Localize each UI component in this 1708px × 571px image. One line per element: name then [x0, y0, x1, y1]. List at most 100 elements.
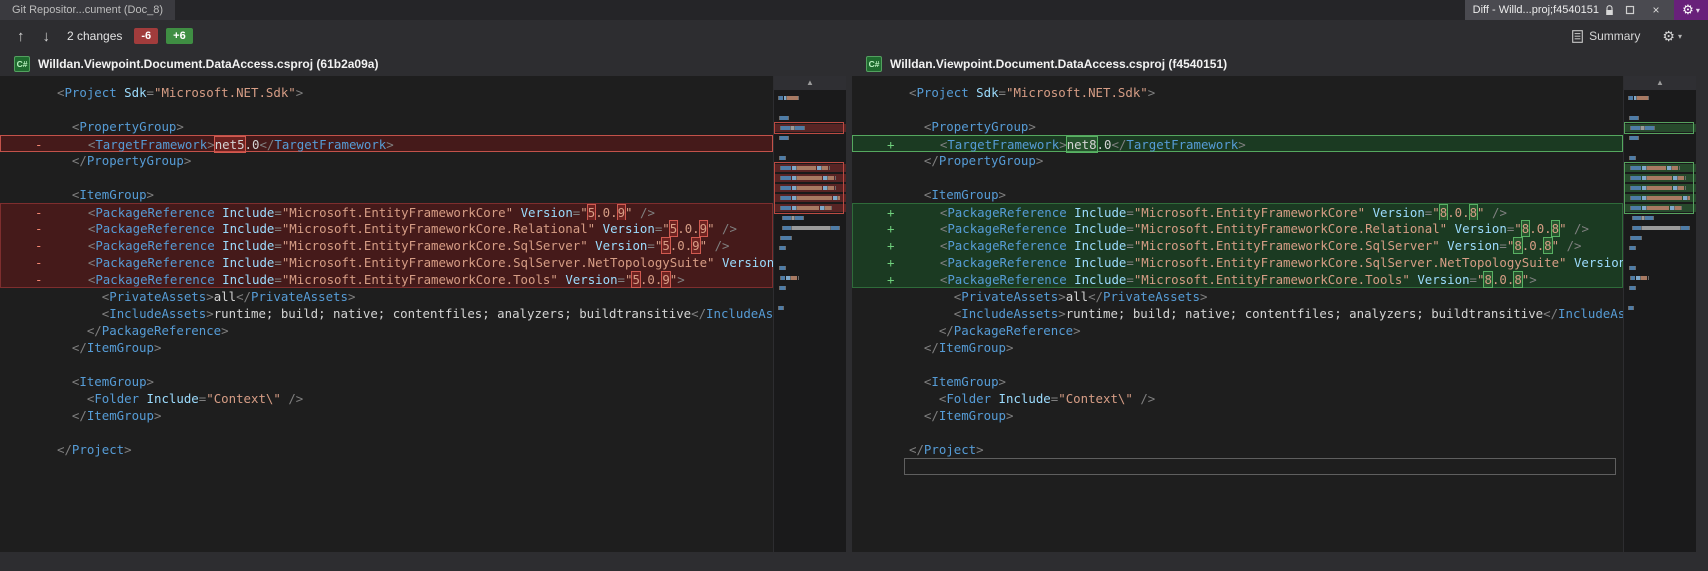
code-line[interactable]: - <PackageReference Include="Microsoft.E… [0, 220, 773, 237]
code-token: Version [721, 255, 773, 270]
minimap-token [1683, 186, 1684, 190]
code-line[interactable] [852, 169, 1623, 186]
code-line[interactable]: + <PackageReference Include="Microsoft.E… [852, 237, 1623, 254]
code-line[interactable]: + <PackageReference Include="Microsoft.E… [852, 203, 1623, 221]
code-line[interactable]: <PropertyGroup> [852, 118, 1623, 135]
code-line[interactable]: <Project Sdk="Microsoft.NET.Sdk"> [852, 84, 1623, 101]
minimap-token [1635, 246, 1636, 250]
minimap-line [774, 274, 846, 282]
minimap-token [1647, 206, 1669, 210]
code-line[interactable]: </ItemGroup> [0, 407, 773, 424]
minimap-line [1624, 304, 1696, 312]
minimap-line [774, 144, 846, 152]
code-line[interactable]: </PackageReference> [0, 322, 773, 339]
code-line[interactable]: </PackageReference> [852, 322, 1623, 339]
scroll-up-arrow-icon[interactable]: ▲ [1624, 76, 1696, 90]
code-line[interactable]: <ItemGroup> [0, 373, 773, 390]
code-line[interactable] [852, 424, 1623, 441]
minimap-token [781, 126, 790, 130]
code-line[interactable]: <Folder Include="Context\" /> [0, 390, 773, 407]
minimap-token [781, 206, 791, 210]
code-line[interactable] [0, 169, 773, 186]
code-line[interactable]: + <PackageReference Include="Microsoft.E… [852, 220, 1623, 237]
pin-icon[interactable] [1620, 5, 1640, 15]
code-token: = [274, 205, 282, 220]
code-line[interactable]: </Project> [0, 441, 773, 458]
close-icon[interactable]: × [1646, 3, 1666, 17]
minimap-line [1624, 114, 1696, 122]
code-line[interactable]: <PrivateAssets>all</PrivateAssets> [0, 288, 773, 305]
code-token: Version [1573, 255, 1623, 270]
code-line[interactable]: - <TargetFramework>net5.0</TargetFramewo… [0, 135, 773, 153]
code-token: ItemGroup [79, 374, 147, 389]
next-change-button[interactable]: ↓ [40, 27, 54, 46]
code-token: Version [520, 205, 573, 220]
code-token: PrivateAssets [109, 289, 207, 304]
settings-gear-button[interactable]: ⚙ ▾ [1674, 0, 1708, 20]
code-line[interactable]: <Project Sdk="Microsoft.NET.Sdk"> [0, 84, 773, 101]
code-token: = [274, 272, 282, 287]
code-line[interactable]: - <PackageReference Include="Microsoft.E… [0, 203, 773, 221]
minimap-token [1653, 216, 1654, 220]
code-line[interactable]: <ItemGroup> [852, 186, 1623, 203]
left-code-editor[interactable]: <Project Sdk="Microsoft.NET.Sdk"> <Prope… [0, 76, 773, 552]
code-line[interactable]: </Project> [852, 441, 1623, 458]
right-code-editor[interactable]: <Project Sdk="Microsoft.NET.Sdk"> <Prope… [852, 76, 1623, 552]
code-token: 8 [1550, 220, 1561, 237]
code-line[interactable]: - <PackageReference Include="Microsoft.E… [0, 271, 773, 288]
right-minimap[interactable]: ▲ [1624, 52, 1696, 552]
code-line[interactable]: - <PackageReference Include="Microsoft.E… [0, 254, 773, 271]
code-token: IncludeAssets [109, 306, 207, 321]
code-line[interactable]: <PropertyGroup> [0, 118, 773, 135]
code-line[interactable]: + <TargetFramework>net8.0</TargetFramewo… [852, 135, 1623, 153]
code-token: "Context\" [206, 391, 281, 406]
code-line[interactable]: - <PackageReference Include="Microsoft.E… [0, 237, 773, 254]
code-line[interactable]: + <PackageReference Include="Microsoft.E… [852, 254, 1623, 271]
minimap-token [797, 196, 832, 200]
code-token: > [347, 289, 356, 304]
code-line[interactable] [852, 356, 1623, 373]
code-line[interactable]: <PrivateAssets>all</PrivateAssets> [852, 288, 1623, 305]
code-line[interactable]: <ItemGroup> [852, 373, 1623, 390]
code-line[interactable]: + <PackageReference Include="Microsoft.E… [852, 271, 1623, 288]
code-token: /> [1491, 205, 1507, 220]
code-token: </ [691, 306, 707, 321]
code-token: TargetFramework [1126, 137, 1239, 152]
diff-marker-icon: - [35, 272, 43, 287]
left-minimap[interactable]: ▲ [774, 52, 846, 552]
code-token: " [625, 205, 633, 220]
code-token: = [1499, 238, 1507, 253]
code-line[interactable] [0, 424, 773, 441]
scroll-up-arrow-icon[interactable]: ▲ [774, 76, 846, 90]
code-line[interactable]: </ItemGroup> [0, 339, 773, 356]
diff-marker-icon: + [887, 205, 895, 220]
summary-button[interactable]: Summary [1566, 26, 1646, 46]
code-line[interactable] [0, 356, 773, 373]
code-line[interactable]: <IncludeAssets>runtime; build; native; c… [0, 305, 773, 322]
previous-change-button[interactable]: ↑ [14, 27, 28, 46]
code-line[interactable]: </ItemGroup> [852, 339, 1623, 356]
code-line[interactable]: </PropertyGroup> [0, 152, 773, 169]
code-token: </ [86, 323, 102, 338]
chevron-down-icon: ▾ [1695, 5, 1700, 15]
diff-tab[interactable]: Diff - Willd...proj;f4540151 × [1464, 0, 1674, 20]
code-line[interactable]: <Folder Include="Context\" /> [852, 390, 1623, 407]
code-line[interactable]: </ItemGroup> [852, 407, 1623, 424]
document-tab[interactable]: Git Repositor...cument (Doc_8) [0, 0, 176, 20]
diff-settings-button[interactable]: ⚙ ▾ [1658, 26, 1686, 47]
code-token: Include [222, 205, 275, 220]
minimap-token [785, 246, 786, 250]
code-line[interactable] [852, 101, 1623, 118]
code-line[interactable]: <IncludeAssets>runtime; build; native; c… [852, 305, 1623, 322]
minimap-token [785, 156, 786, 160]
left-code-lines: <Project Sdk="Microsoft.NET.Sdk"> <Prope… [0, 76, 773, 458]
code-line[interactable]: </PropertyGroup> [852, 152, 1623, 169]
code-line[interactable]: <ItemGroup> [0, 186, 773, 203]
minimap-header-spacer [774, 52, 846, 76]
summary-icon [1572, 29, 1583, 43]
code-line[interactable] [0, 101, 773, 118]
